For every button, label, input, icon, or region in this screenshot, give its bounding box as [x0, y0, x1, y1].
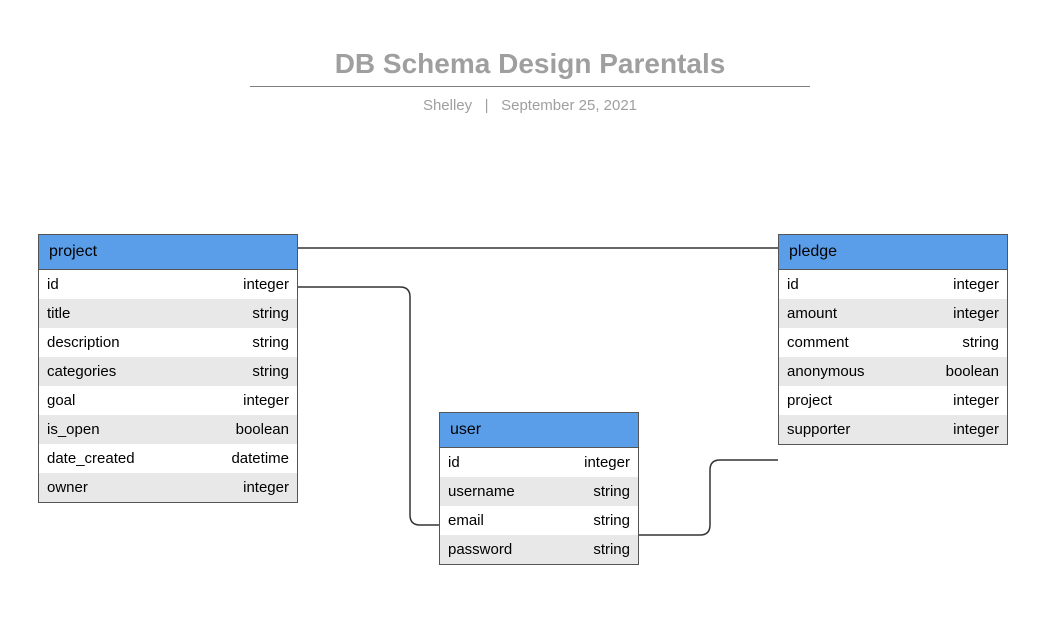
connector-project-user [298, 287, 439, 525]
table-row: descriptionstring [39, 328, 297, 357]
table-row: titlestring [39, 299, 297, 328]
table-row: supporterinteger [779, 415, 1007, 444]
table-row: passwordstring [440, 535, 638, 564]
table-row: amountinteger [779, 299, 1007, 328]
table-row: emailstring [440, 506, 638, 535]
connector-pledge-user [639, 460, 778, 535]
table-row: idinteger [779, 270, 1007, 299]
table-project-header: project [39, 235, 297, 270]
table-pledge-rows: idinteger amountinteger commentstring an… [779, 270, 1007, 444]
table-user-header: user [440, 413, 638, 448]
table-row: categoriesstring [39, 357, 297, 386]
table-row: idinteger [39, 270, 297, 299]
table-row: is_openboolean [39, 415, 297, 444]
table-pledge: pledge idinteger amountinteger commentst… [778, 234, 1008, 445]
table-row: usernamestring [440, 477, 638, 506]
table-row: anonymousboolean [779, 357, 1007, 386]
table-project: project idinteger titlestring descriptio… [38, 234, 298, 503]
table-row: idinteger [440, 448, 638, 477]
table-user: user idinteger usernamestring emailstrin… [439, 412, 639, 565]
table-pledge-header: pledge [779, 235, 1007, 270]
table-row: commentstring [779, 328, 1007, 357]
table-row: projectinteger [779, 386, 1007, 415]
table-row: date_createddatetime [39, 444, 297, 473]
table-project-rows: idinteger titlestring descriptionstring … [39, 270, 297, 502]
table-row: ownerinteger [39, 473, 297, 502]
table-row: goalinteger [39, 386, 297, 415]
er-diagram: project idinteger titlestring descriptio… [0, 0, 1060, 629]
table-user-rows: idinteger usernamestring emailstring pas… [440, 448, 638, 564]
